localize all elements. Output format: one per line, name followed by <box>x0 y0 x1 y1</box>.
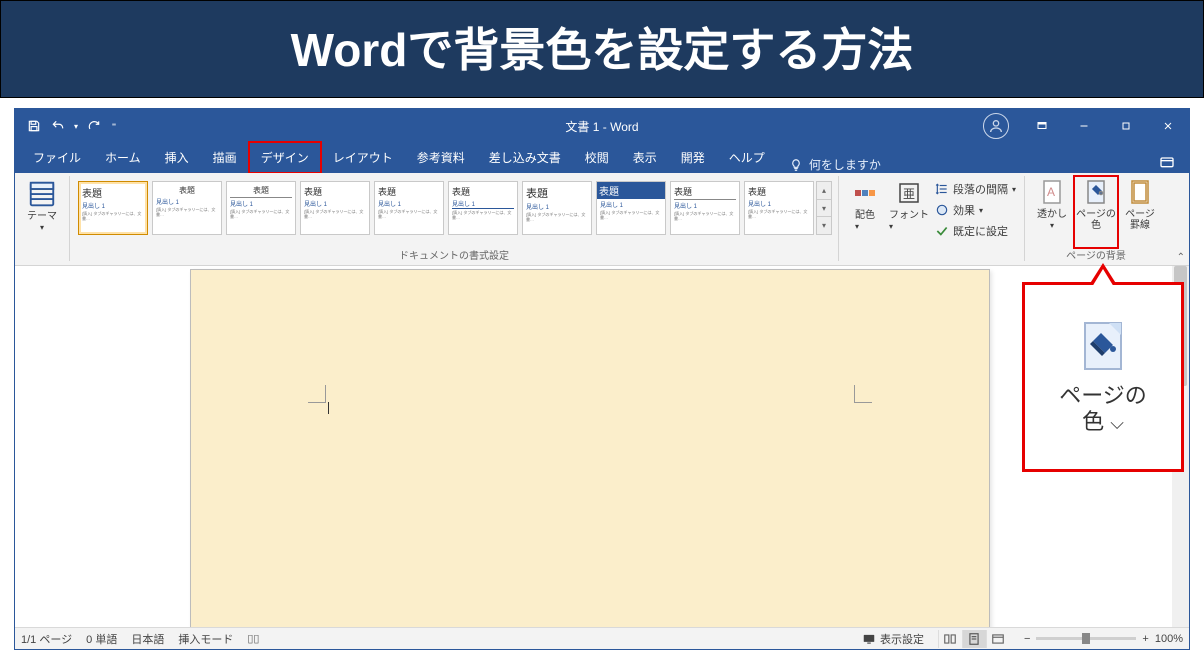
style-set-thumb[interactable]: 表題 見出し 1 [鋳入] タブのギャラリーには、文書… <box>744 181 814 235</box>
zoom-level[interactable]: 100% <box>1155 633 1183 645</box>
spacing-icon <box>935 182 949 196</box>
callout-page-color: ページの 色 ⌵ <box>1022 282 1184 472</box>
lightbulb-icon <box>789 158 803 172</box>
minimize-button[interactable] <box>1063 109 1105 143</box>
page-color-icon <box>1075 319 1131 375</box>
status-word-count[interactable]: 0 単語 <box>86 631 117 647</box>
style-set-thumb[interactable]: 表題 見出し 1 [鋳入] タブのギャラリーには、文書… <box>448 181 518 235</box>
effects-button[interactable]: 効果▾ <box>933 200 1018 220</box>
group-page-background: A 透かし▾ ページの 色 ページ 罫線 ページの背景 <box>1025 173 1167 265</box>
tab-mailings[interactable]: 差し込み文書 <box>477 142 573 173</box>
article-title-banner: Wordで背景色を設定する方法 <box>0 0 1204 98</box>
word-window: ▾ ⁼ 文書 1 - Word ファイル <box>14 108 1190 650</box>
colors-button[interactable]: 配色▾ <box>845 179 885 247</box>
tab-layout[interactable]: レイアウト <box>321 142 405 173</box>
chevron-down-icon: ⌵ <box>1110 413 1124 433</box>
style-set-thumb[interactable]: 表題 見出し 1 [鋳入] タブのギャラリーには、文書… <box>374 181 444 235</box>
qat-customize-icon[interactable]: ⁼ <box>107 115 121 137</box>
zoom-slider[interactable]: − + 100% <box>1024 633 1183 645</box>
svg-text:A: A <box>1047 185 1055 199</box>
tab-view[interactable]: 表示 <box>621 142 669 173</box>
view-buttons <box>938 630 1010 648</box>
text-cursor-icon <box>328 402 334 414</box>
tab-insert[interactable]: 挿入 <box>153 142 201 173</box>
collapse-ribbon-icon[interactable]: ⌃ <box>1177 252 1185 263</box>
display-settings-button[interactable]: 表示設定 <box>862 631 924 647</box>
close-button[interactable] <box>1147 109 1189 143</box>
style-set-gallery[interactable]: 表題 見出し 1 [鋳入] タブのギャラリーには、文書… 表題 見出し 1 [鋳… <box>76 177 816 235</box>
svg-text:亜: 亜 <box>903 187 915 201</box>
undo-dropdown-icon[interactable]: ▾ <box>71 115 81 137</box>
group-themes: テーマ▾ <box>15 173 69 265</box>
style-set-thumb[interactable]: 表題 見出し 1 [鋳入] タブのギャラリーには、文書… <box>152 181 222 235</box>
maximize-button[interactable] <box>1105 109 1147 143</box>
view-read-mode[interactable] <box>938 630 962 648</box>
tab-references[interactable]: 参考資料 <box>405 142 477 173</box>
tab-design[interactable]: デザイン <box>249 142 321 173</box>
document-title: 文書 1 - Word <box>565 118 638 135</box>
titlebar: ▾ ⁼ 文書 1 - Word <box>15 109 1189 143</box>
account-icon[interactable] <box>983 113 1009 139</box>
macro-record-icon[interactable]: ▯▯ <box>247 632 259 645</box>
scroll-up-icon[interactable]: ▴ <box>817 182 831 200</box>
document-page[interactable] <box>190 269 990 627</box>
tell-me-search[interactable]: 何をしますか <box>789 156 881 173</box>
undo-button[interactable] <box>47 115 69 137</box>
status-insert-mode[interactable]: 挿入モード <box>178 631 233 647</box>
statusbar: 1/1 ページ 0 単語 日本語 挿入モード ▯▯ 表示設定 − + 100% <box>15 627 1189 649</box>
view-print-layout[interactable] <box>962 630 986 648</box>
tab-help[interactable]: ヘルプ <box>717 142 777 173</box>
save-button[interactable] <box>23 115 45 137</box>
ribbon-body: テーマ▾ 表題 見出し 1 [鋳入] タブのギャラリーには、文書… 表題 見出し… <box>15 173 1189 266</box>
tab-developer[interactable]: 開発 <box>669 142 717 173</box>
tab-home[interactable]: ホーム <box>93 142 153 173</box>
ribbon-display-options-button[interactable] <box>1021 109 1063 143</box>
zoom-in-icon[interactable]: + <box>1142 633 1148 645</box>
page-borders-button[interactable]: ページ 罫線 <box>1119 177 1161 247</box>
group-doc-formatting: 表題 見出し 1 [鋳入] タブのギャラリーには、文書… 表題 見出し 1 [鋳… <box>70 173 838 265</box>
status-page[interactable]: 1/1 ページ <box>21 631 72 647</box>
style-set-thumb[interactable]: 表題 見出し 1 [鋳入] タブのギャラリーには、文書… <box>522 181 592 235</box>
set-as-default-button[interactable]: 既定に設定 <box>933 221 1018 241</box>
page-color-button[interactable]: ページの 色 <box>1075 177 1117 247</box>
status-language[interactable]: 日本語 <box>131 631 164 647</box>
tab-review[interactable]: 校閲 <box>573 142 621 173</box>
style-set-thumb[interactable]: 表題 見出し 1 [鋳入] タブのギャラリーには、文書… <box>670 181 740 235</box>
tab-file[interactable]: ファイル <box>21 142 93 173</box>
group-label-page-bg: ページの背景 <box>1066 247 1126 264</box>
ribbon-tabs: ファイル ホーム 挿入 描画 デザイン レイアウト 参考資料 差し込み文書 校閲… <box>15 143 1189 173</box>
zoom-out-icon[interactable]: − <box>1024 633 1030 645</box>
callout-label: ページの 色 ⌵ <box>1059 383 1147 436</box>
style-set-thumb[interactable]: 表題 見出し 1 [鋳入] タブのギャラリーには、文書… <box>596 181 666 235</box>
share-button[interactable] <box>1159 154 1175 173</box>
margin-mark-icon <box>854 385 872 403</box>
fonts-button[interactable]: 亜 フォント▾ <box>889 179 929 247</box>
group-formatting-extras: 配色▾ 亜 フォント▾ 段落の間隔▾ 効果▾ 既定に設定 <box>839 173 1024 265</box>
scroll-down-icon[interactable]: ▾ <box>817 200 831 218</box>
article-title: Wordで背景色を設定する方法 <box>291 24 914 76</box>
themes-button[interactable]: テーマ▾ <box>21 177 63 247</box>
style-set-thumb[interactable]: 表題 見出し 1 [鋳入] タブのギャラリーには、文書… <box>300 181 370 235</box>
check-icon <box>935 224 949 238</box>
tab-draw[interactable]: 描画 <box>201 142 249 173</box>
chevron-down-icon: ▾ <box>40 223 44 232</box>
style-set-thumb[interactable]: 表題 見出し 1 [鋳入] タブのギャラリーには、文書… <box>226 181 296 235</box>
style-set-thumb[interactable]: 表題 見出し 1 [鋳入] タブのギャラリーには、文書… <box>78 181 148 235</box>
watermark-button[interactable]: A 透かし▾ <box>1031 177 1073 247</box>
view-web-layout[interactable] <box>986 630 1010 648</box>
paragraph-spacing-button[interactable]: 段落の間隔▾ <box>933 179 1018 199</box>
quick-access-toolbar: ▾ ⁼ <box>15 115 121 137</box>
gallery-scroll[interactable]: ▴ ▾ ▾ <box>816 181 832 235</box>
tell-me-label: 何をしますか <box>809 156 881 173</box>
themes-label: テーマ <box>27 211 57 222</box>
margin-mark-icon <box>308 385 326 403</box>
redo-button[interactable] <box>83 115 105 137</box>
effects-icon <box>935 203 949 217</box>
document-area <box>15 266 1189 627</box>
group-label-doc-format: ドキュメントの書式設定 <box>399 247 509 264</box>
gallery-expand-icon[interactable]: ▾ <box>817 217 831 234</box>
